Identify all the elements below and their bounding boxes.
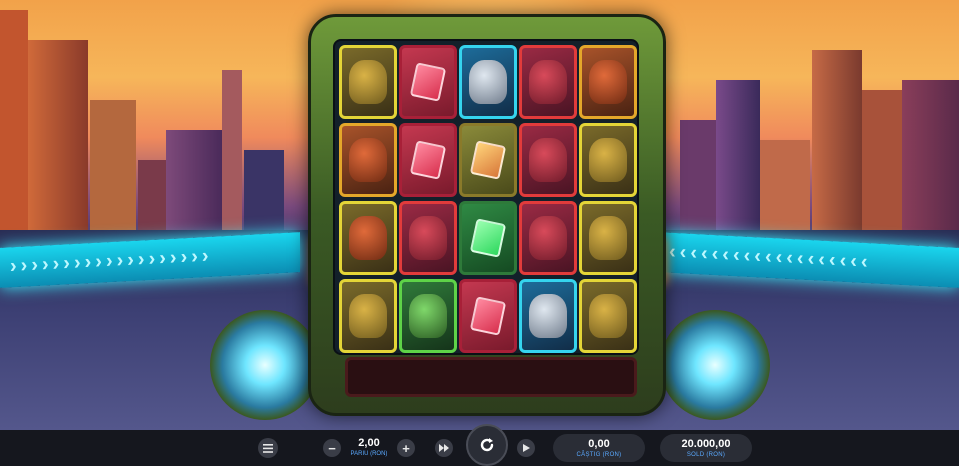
plus-icon: + xyxy=(402,440,410,456)
menu-icon xyxy=(263,443,273,453)
bet-value: 2,00 xyxy=(358,437,380,449)
symbol-red-gem xyxy=(399,123,457,197)
win-label: CÂȘTIG (RON) xyxy=(576,452,622,458)
red-gem-icon xyxy=(469,296,507,336)
minus-icon: − xyxy=(328,440,336,456)
fast-forward-icon xyxy=(439,444,449,452)
robot-icon xyxy=(469,60,507,104)
symbol-cyan-robot xyxy=(459,45,517,119)
building xyxy=(222,70,242,240)
symbol-green-alien xyxy=(399,279,457,353)
building xyxy=(680,120,716,240)
building xyxy=(166,130,222,240)
symbol-red-goblin xyxy=(519,123,577,197)
reel-grid[interactable] xyxy=(339,45,637,353)
goblin-icon xyxy=(529,60,567,104)
reel-frame xyxy=(308,14,666,416)
control-bar: − 2,00 PARIU (RON) + 0,00 CÂȘTIG (RON) 2… xyxy=(0,424,959,466)
symbol-red-gem xyxy=(459,279,517,353)
goblin-icon xyxy=(349,138,387,182)
symbol-green-gem xyxy=(459,201,517,275)
red-gem-icon xyxy=(409,140,447,180)
symbol-red-goblin xyxy=(519,201,577,275)
goblin-icon xyxy=(409,216,447,260)
goblin-icon xyxy=(529,216,567,260)
bet-increase-button[interactable]: + xyxy=(397,439,415,457)
bet-decrease-button[interactable]: − xyxy=(323,439,341,457)
symbol-red-goblin xyxy=(519,45,577,119)
goblin-icon xyxy=(349,294,387,338)
symbol-cyan-robot xyxy=(519,279,577,353)
turbo-button[interactable] xyxy=(435,439,453,457)
symbol-yellow-goblin xyxy=(339,201,397,275)
symbol-yellow-goblin xyxy=(339,279,397,353)
autoplay-button[interactable] xyxy=(517,439,535,457)
thruster-left xyxy=(210,310,320,420)
building xyxy=(902,80,959,240)
building xyxy=(716,80,760,240)
win-display: 0,00 CÂȘTIG (RON) xyxy=(553,434,645,462)
reel-window xyxy=(333,39,639,355)
alien-icon xyxy=(409,294,447,338)
play-icon xyxy=(523,444,530,452)
symbol-yellow-goblin xyxy=(579,279,637,353)
goblin-icon xyxy=(529,138,567,182)
goblin-icon xyxy=(349,216,387,260)
balance-display: 20.000,00 SOLD (RON) xyxy=(660,434,752,462)
symbol-red-gem xyxy=(399,45,457,119)
building xyxy=(90,100,136,240)
symbol-red-goblin xyxy=(399,201,457,275)
symbol-gold-gem xyxy=(459,123,517,197)
goblin-icon xyxy=(589,60,627,104)
goblin-icon xyxy=(589,294,627,338)
refresh-icon xyxy=(480,438,494,452)
win-meter-slot xyxy=(345,357,637,397)
symbol-orange-goblin xyxy=(579,45,637,119)
building xyxy=(138,160,166,240)
goblin-icon xyxy=(349,60,387,104)
symbol-yellow-goblin xyxy=(579,201,637,275)
balance-value: 20.000,00 xyxy=(681,438,731,450)
building xyxy=(812,50,862,240)
game-scene: ››››››››››››››››››› ‹‹‹‹‹‹‹‹‹‹‹‹‹‹‹‹‹‹‹ xyxy=(0,0,959,430)
building xyxy=(0,10,28,240)
symbol-yellow-goblin xyxy=(579,123,637,197)
building xyxy=(760,140,810,240)
bet-display: 2,00 PARIU (RON) xyxy=(348,437,390,458)
bet-label: PARIU (RON) xyxy=(350,451,388,457)
building xyxy=(862,90,902,240)
red-gem-icon xyxy=(409,62,447,102)
thruster-right xyxy=(660,310,770,420)
robot-icon xyxy=(529,294,567,338)
gold-gem-icon xyxy=(469,140,507,180)
balance-label: SOLD (RON) xyxy=(686,452,726,458)
building xyxy=(28,40,88,240)
goblin-icon xyxy=(589,216,627,260)
green-gem-icon xyxy=(469,218,507,258)
spin-button[interactable] xyxy=(466,424,508,466)
goblin-icon xyxy=(589,138,627,182)
win-value: 0,00 xyxy=(588,438,610,450)
menu-button[interactable] xyxy=(258,438,278,458)
building xyxy=(244,150,284,240)
symbol-orange-goblin xyxy=(339,45,397,119)
symbol-orange-goblin xyxy=(339,123,397,197)
